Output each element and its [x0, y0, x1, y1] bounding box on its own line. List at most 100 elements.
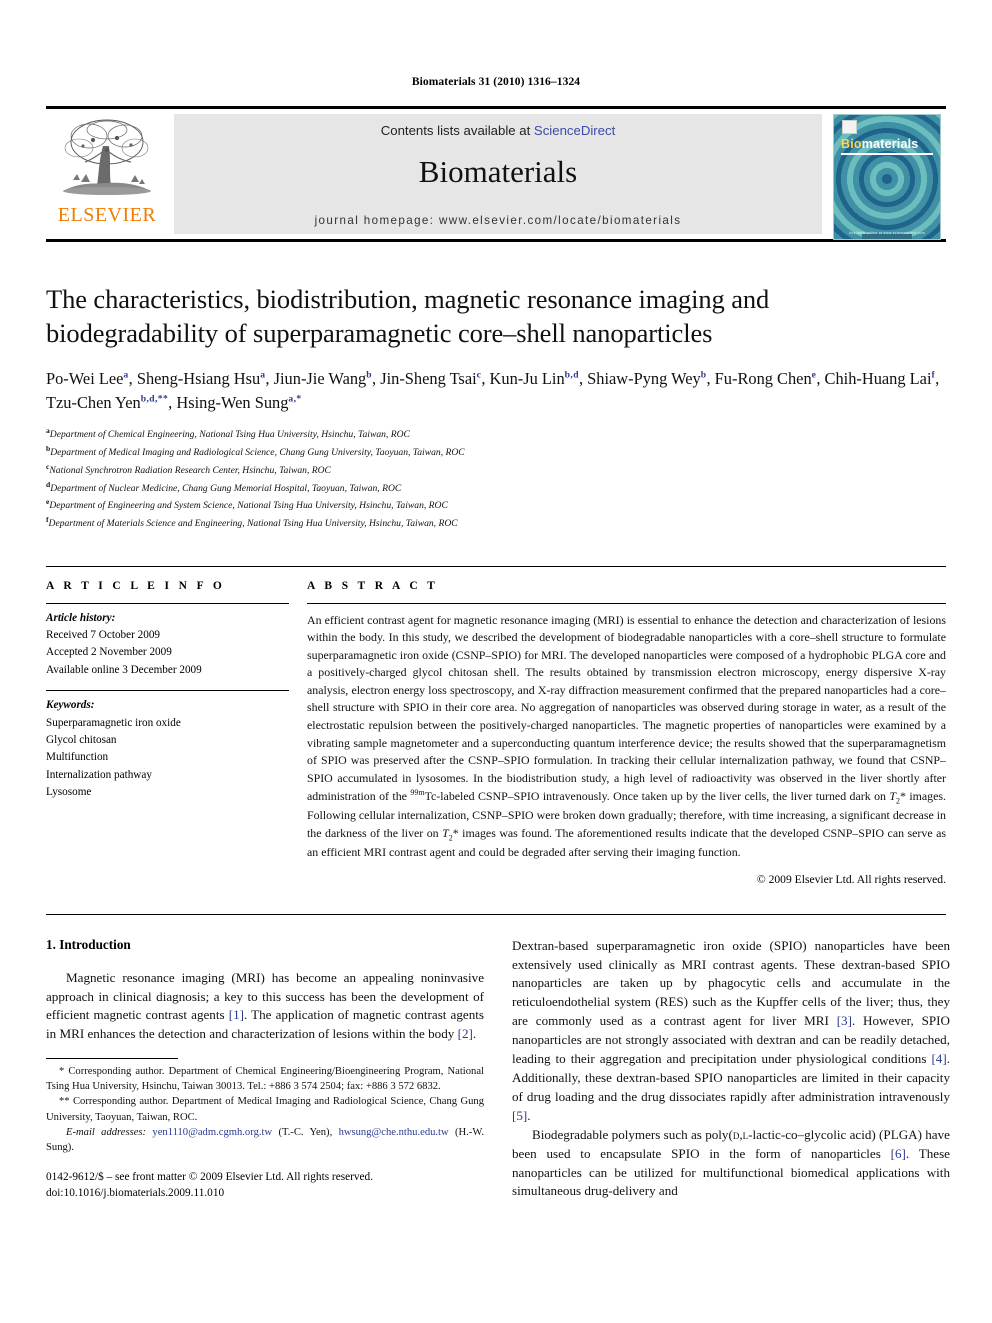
running-head: Biomaterials 31 (2010) 1316–1324 — [411, 76, 581, 88]
title-area: The characteristics, biodistribution, ma… — [46, 282, 946, 532]
abstract-copyright: © 2009 Elsevier Ltd. All rights reserved… — [756, 872, 946, 886]
keyword-item: Internalization pathway — [46, 768, 152, 781]
intro-paragraph-left: Magnetic resonance imaging (MRI) has bec… — [46, 969, 484, 1042]
keyword-item: Glycol chitosan — [46, 733, 117, 746]
affiliation-mark: e — [46, 497, 50, 507]
article-history-item: Accepted 2 November 2009 — [46, 646, 172, 659]
issn-line: 0142-9612/$ – see front matter © 2009 El… — [46, 1171, 374, 1184]
keywords-label: Keywords: — [46, 699, 95, 712]
article-info-column: A R T I C L E I N F O Article history: R… — [46, 580, 289, 886]
citation-ref[interactable]: [6] — [891, 1146, 906, 1161]
article-page: Biomaterials 31 (2010) 1316–1324 ELSEVIE… — [0, 0, 992, 1323]
issn-copyright-block: 0142-9612/$ – see front matter © 2009 El… — [46, 1169, 484, 1201]
author-affiliation-mark: a — [123, 369, 129, 381]
affiliation-mark: f — [46, 515, 49, 525]
cover-title-bio: Bio — [841, 137, 862, 151]
author-name: Shiaw-Pyng Wey — [587, 368, 701, 388]
article-history-item: Available online 3 December 2009 — [46, 663, 202, 676]
cover-underline — [841, 153, 933, 155]
email-addresses-label: E-mail addresses: — [66, 1126, 147, 1138]
keyword-item: Lysosome — [46, 785, 92, 798]
keyword-item: Superparamagnetic iron oxide — [46, 716, 181, 729]
contents-prefix: Contents lists available at — [380, 123, 534, 138]
intro-paragraph-right-1: Dextran-based superparamagnetic iron oxi… — [512, 937, 950, 1123]
affiliation-mark: a — [46, 426, 50, 436]
journal-cover-thumbnail: Biomaterials Available online at www.sci… — [833, 114, 941, 240]
affiliation-list: aDepartment of Chemical Engineering, Nat… — [46, 425, 946, 531]
author-affiliation-mark: b,d — [564, 369, 579, 381]
sciencedirect-link[interactable]: ScienceDirect — [534, 123, 615, 138]
info-abstract-row: A R T I C L E I N F O Article history: R… — [46, 565, 946, 886]
affiliation-item: fDepartment of Materials Science and Eng… — [46, 515, 458, 530]
cover-title-materials: materials — [861, 137, 919, 151]
email-owner-1: (T.-C. Yen), — [278, 1126, 333, 1138]
contents-available-line: Contents lists available at ScienceDirec… — [381, 123, 616, 138]
author-affiliation-mark: f — [931, 369, 936, 381]
cover-elsevier-icon — [842, 120, 857, 134]
keyword-item: Multifunction — [46, 751, 109, 764]
footnote-emails: E-mail addresses: yen1110@adm.cgmh.org.t… — [46, 1125, 484, 1156]
author-affiliation-mark: c — [476, 369, 482, 381]
author-name: Kun-Ju Lin — [489, 368, 565, 388]
author-name: Hsing-Wen Sung — [176, 392, 289, 412]
journal-title: Biomaterials — [418, 154, 578, 189]
author-affiliation-mark: a,* — [288, 393, 302, 405]
journal-masthead: ELSEVIER Contents lists available at Sci… — [46, 106, 946, 242]
email-link-2[interactable]: hwsung@che.nthu.edu.tw — [339, 1127, 449, 1138]
elsevier-logo: ELSEVIER — [46, 114, 168, 234]
affiliation-mark: b — [46, 444, 51, 454]
abstract-heading: A B S T R A C T — [307, 579, 439, 592]
footnote-area: * Corresponding author. Department of Ch… — [46, 1057, 484, 1202]
author-affiliation-mark: e — [811, 369, 817, 381]
author-name: Chih-Huang Lai — [824, 368, 932, 388]
article-history-label: Article history: — [46, 611, 116, 624]
affiliation-item: bDepartment of Medical Imaging and Radio… — [46, 444, 465, 459]
footnote-divider — [46, 1057, 178, 1059]
body-column-left: 1. Introduction Magnetic resonance imagi… — [46, 937, 484, 1202]
body-column-right: Dextran-based superparamagnetic iron oxi… — [512, 937, 950, 1202]
author-list: Po-Wei Leea, Sheng-Hsiang Hsua, Jiun-Jie… — [46, 368, 940, 412]
author-name: Po-Wei Lee — [46, 368, 124, 388]
elsevier-tree-icon — [63, 119, 151, 195]
citation-ref[interactable]: [1] — [229, 1007, 244, 1022]
doi-line: doi:10.1016/j.biomaterials.2009.11.010 — [46, 1187, 225, 1200]
affiliation-item: eDepartment of Engineering and System Sc… — [46, 497, 448, 512]
author-name: Jiun-Jie Wang — [273, 368, 367, 388]
citation-ref[interactable]: [4] — [931, 1051, 946, 1066]
footnote-corresponding-1: * Corresponding author. Department of Ch… — [46, 1065, 484, 1092]
article-info-heading: A R T I C L E I N F O — [46, 579, 226, 592]
article-history-block: Article history: Received 7 October 2009… — [46, 604, 289, 679]
affiliation-item: aDepartment of Chemical Engineering, Nat… — [46, 426, 410, 441]
article-history-item: Received 7 October 2009 — [46, 629, 161, 642]
abstract-column: A B S T R A C T An efficient contrast ag… — [307, 580, 946, 886]
elsevier-wordmark: ELSEVIER — [57, 204, 157, 226]
page-title: The characteristics, biodistribution, ma… — [46, 284, 770, 349]
author-affiliation-mark: b — [700, 369, 707, 381]
affiliation-mark: d — [46, 479, 51, 489]
body-columns: 1. Introduction Magnetic resonance imagi… — [46, 913, 950, 1202]
intro-paragraph-right-2: Biodegradable polymers such as poly(d,l-… — [512, 1126, 950, 1199]
author-name: Fu-Rong Chen — [714, 368, 812, 388]
keywords-block: Keywords: Superparamagnetic iron oxide Gl… — [46, 691, 289, 801]
citation-ref[interactable]: [2] — [458, 1026, 473, 1041]
author-name: Tzu-Chen Yen — [46, 392, 141, 412]
email-link-1[interactable]: yen1110@adm.cgmh.org.tw — [152, 1127, 272, 1138]
affiliation-item: dDepartment of Nuclear Medicine, Chang G… — [46, 479, 402, 494]
cover-title: Biomaterials — [841, 137, 918, 151]
journal-homepage-link[interactable]: journal homepage: www.elsevier.com/locat… — [315, 214, 682, 227]
citation-ref[interactable]: [3] — [837, 1013, 852, 1028]
abstract-text: An efficient contrast agent for magnetic… — [307, 612, 946, 860]
author-name: Jin-Sheng Tsai — [380, 368, 477, 388]
intro-block: 1. Introduction Magnetic resonance imagi… — [46, 937, 484, 1057]
footnote-corresponding-2: ** Corresponding author. Department of M… — [46, 1096, 484, 1123]
author-name: Sheng-Hsiang Hsu — [136, 368, 261, 388]
cover-bottom-bar — [862, 234, 912, 239]
citation-ref[interactable]: [5] — [512, 1108, 527, 1123]
author-affiliation-mark: a — [260, 369, 266, 381]
journal-banner: Contents lists available at ScienceDirec… — [174, 114, 822, 234]
author-affiliation-mark: b,d,** — [140, 393, 169, 405]
author-affiliation-mark: b — [366, 369, 372, 381]
affiliation-mark: c — [46, 461, 50, 471]
section-heading-introduction: 1. Introduction — [46, 936, 131, 952]
journal-cover-block: Biomaterials Available online at www.sci… — [828, 114, 946, 240]
